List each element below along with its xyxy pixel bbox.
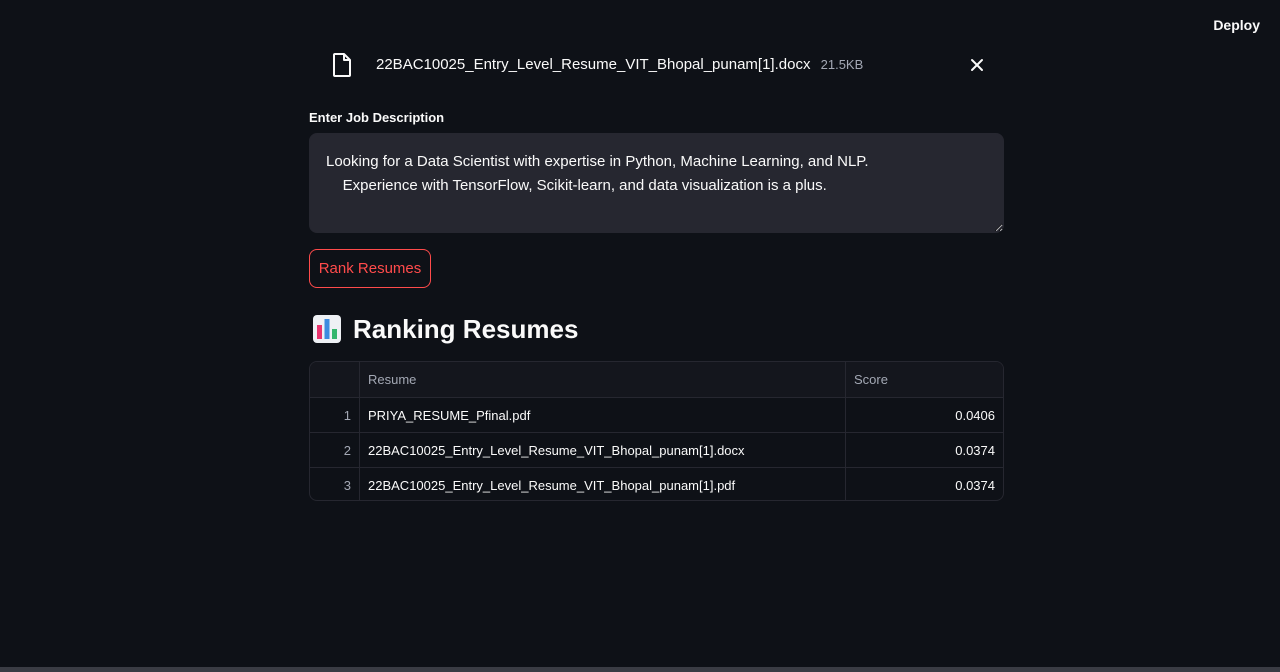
score-cell[interactable]: 0.0374 <box>846 468 1003 500</box>
job-description-input[interactable]: Looking for a Data Scientist with expert… <box>309 133 1004 233</box>
table-row: 2 22BAC10025_Entry_Level_Resume_VIT_Bhop… <box>310 433 1003 468</box>
resume-cell[interactable]: PRIYA_RESUME_Pfinal.pdf <box>360 398 846 432</box>
app-page: Deploy 22BAC10025_Entry_Level_Resume_VIT… <box>0 0 1280 672</box>
table-row: 3 22BAC10025_Entry_Level_Resume_VIT_Bhop… <box>310 468 1003 500</box>
remove-file-button[interactable] <box>966 54 988 76</box>
resume-cell[interactable]: 22BAC10025_Entry_Level_Resume_VIT_Bhopal… <box>360 468 846 500</box>
ranking-title: Ranking Resumes <box>353 313 579 344</box>
file-icon <box>333 53 351 77</box>
table-header-row: Resume Score <box>310 362 1003 398</box>
resume-cell[interactable]: 22BAC10025_Entry_Level_Resume_VIT_Bhopal… <box>360 433 846 467</box>
index-column-header <box>310 362 360 397</box>
deploy-button[interactable]: Deploy <box>1209 14 1264 36</box>
bar-chart-icon <box>313 315 341 343</box>
row-index: 1 <box>310 398 360 432</box>
close-icon <box>971 59 983 71</box>
job-description-label: Enter Job Description <box>309 110 445 125</box>
rank-resumes-button[interactable]: Rank Resumes <box>309 249 431 288</box>
row-index: 3 <box>310 468 360 500</box>
file-name: 22BAC10025_Entry_Level_Resume_VIT_Bhopal… <box>376 56 811 73</box>
row-index: 2 <box>310 433 360 467</box>
score-cell[interactable]: 0.0406 <box>846 398 1003 432</box>
resume-column-header[interactable]: Resume <box>360 362 846 397</box>
file-size: 21.5KB <box>820 57 864 72</box>
bottom-scrollbar[interactable] <box>0 667 1280 672</box>
uploaded-file-row: 22BAC10025_Entry_Level_Resume_VIT_Bhopal… <box>309 48 1004 82</box>
score-column-header[interactable]: Score <box>846 362 1003 397</box>
ranking-heading: Ranking Resumes <box>313 312 578 346</box>
table-row: 1 PRIYA_RESUME_Pfinal.pdf 0.0406 <box>310 398 1003 433</box>
score-cell[interactable]: 0.0374 <box>846 433 1003 467</box>
ranking-table[interactable]: Resume Score 1 PRIYA_RESUME_Pfinal.pdf 0… <box>309 361 1004 501</box>
